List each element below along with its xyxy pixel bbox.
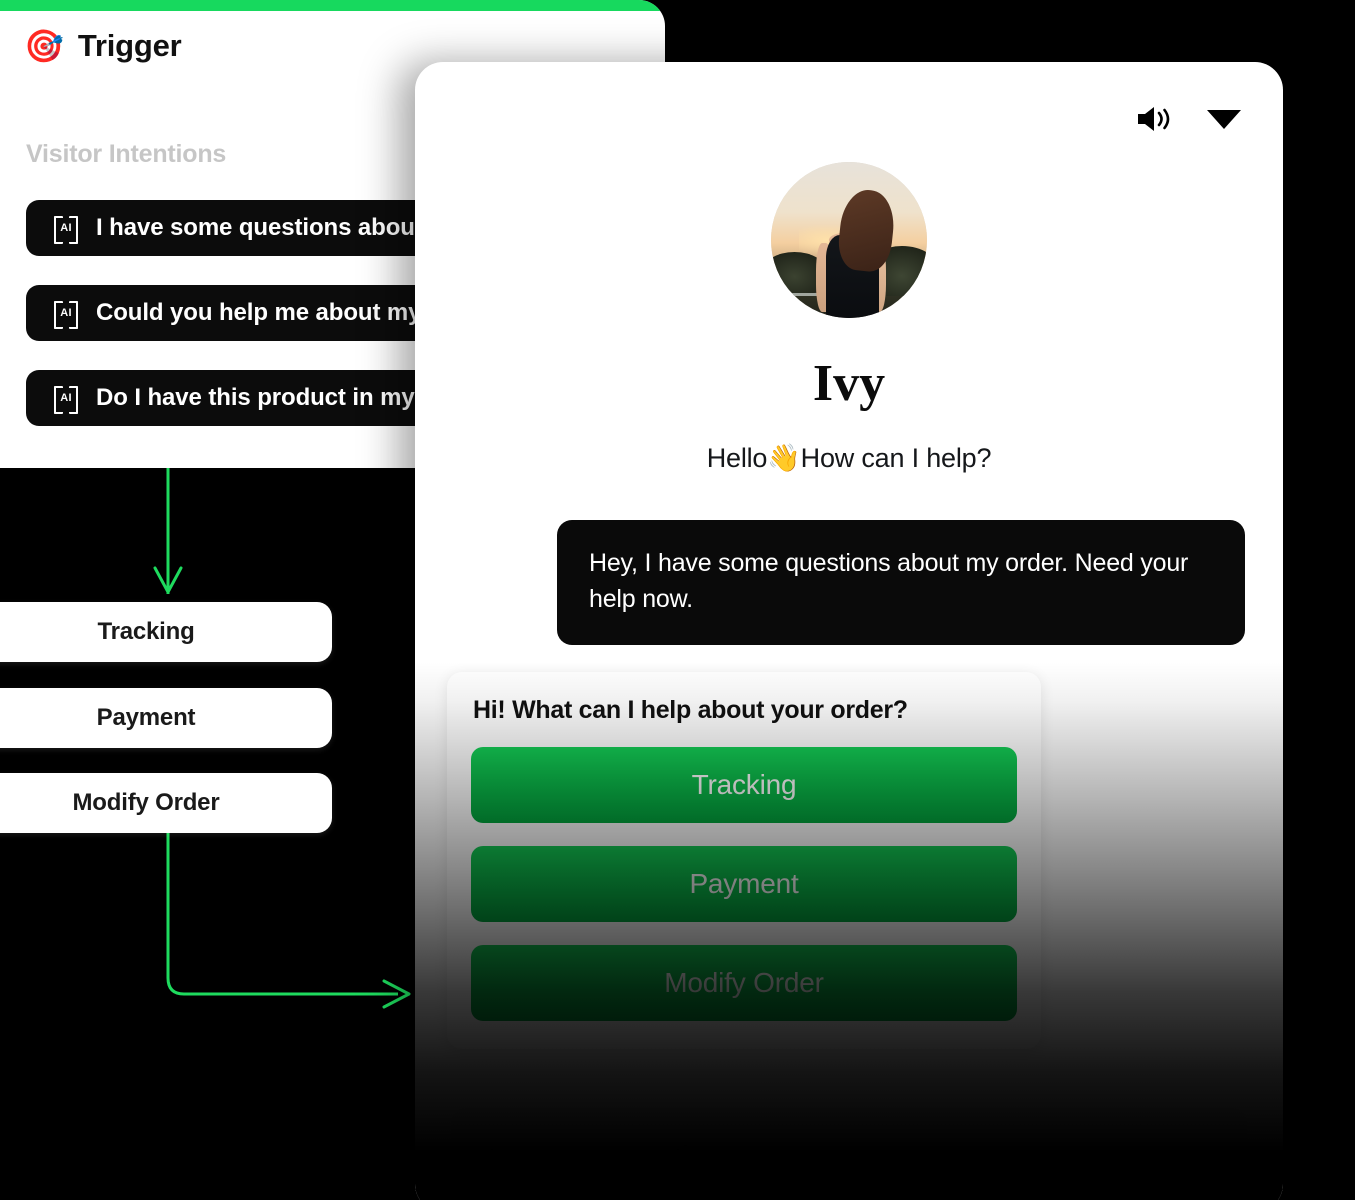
ai-badge-label: AI [60, 392, 72, 404]
chat-message-user: Hey, I have some questions about my orde… [557, 520, 1245, 645]
flow-button-modify-order[interactable]: Modify Order [0, 773, 332, 833]
chevron-down-icon[interactable] [1207, 109, 1241, 129]
message-composer[interactable]: Type your question [451, 1108, 1247, 1200]
flow-button-label: Modify Order [72, 789, 220, 816]
flow-button-label: Tracking [97, 618, 195, 645]
ai-badge-icon: AI [54, 301, 78, 329]
composer-placeholder: Type your question [483, 1140, 720, 1171]
trigger-accent-bar [0, 0, 665, 11]
quick-reply-title: Hi! What can I help about your order? [473, 696, 908, 724]
quick-reply-card: Hi! What can I help about your order? Tr… [447, 672, 1041, 1049]
ai-badge-icon: AI [54, 216, 78, 244]
speaker-volume-icon[interactable] [1135, 104, 1173, 134]
ai-badge-label: AI [60, 222, 72, 234]
flow-button-payment[interactable]: Payment [0, 688, 332, 748]
flow-button-tracking[interactable]: Tracking [0, 602, 332, 662]
agent-avatar [771, 162, 927, 318]
quick-reply-tracking[interactable]: Tracking [471, 747, 1017, 823]
ai-badge-icon: AI [54, 386, 78, 414]
avatar-container [415, 162, 1283, 318]
ai-badge-label: AI [60, 307, 72, 319]
trigger-header: 🎯 Trigger [24, 28, 182, 64]
chat-message-text: Hey, I have some questions about my orde… [589, 549, 1189, 613]
quick-reply-payment[interactable]: Payment [471, 846, 1017, 922]
flow-button-label: Payment [96, 704, 196, 731]
quick-reply-label: Payment [689, 868, 799, 899]
agent-greeting: Hello👋How can I help? [706, 443, 992, 473]
chat-toolbar [1135, 104, 1241, 134]
screen-root: 🎯 Trigger Visitor Intentions AI I have s… [0, 0, 1355, 1200]
quick-reply-label: Tracking [691, 769, 797, 800]
dart-target-icon: 🎯 [24, 28, 64, 64]
trigger-title: Trigger [77, 28, 182, 63]
chat-widget: Ivy Hello👋How can I help? Hey, I have so… [415, 62, 1283, 1200]
agent-name: Ivy [812, 355, 886, 412]
visitor-intentions-label: Visitor Intentions [26, 140, 227, 168]
quick-reply-label: Modify Order [664, 967, 824, 998]
quick-reply-modify-order[interactable]: Modify Order [471, 945, 1017, 1021]
